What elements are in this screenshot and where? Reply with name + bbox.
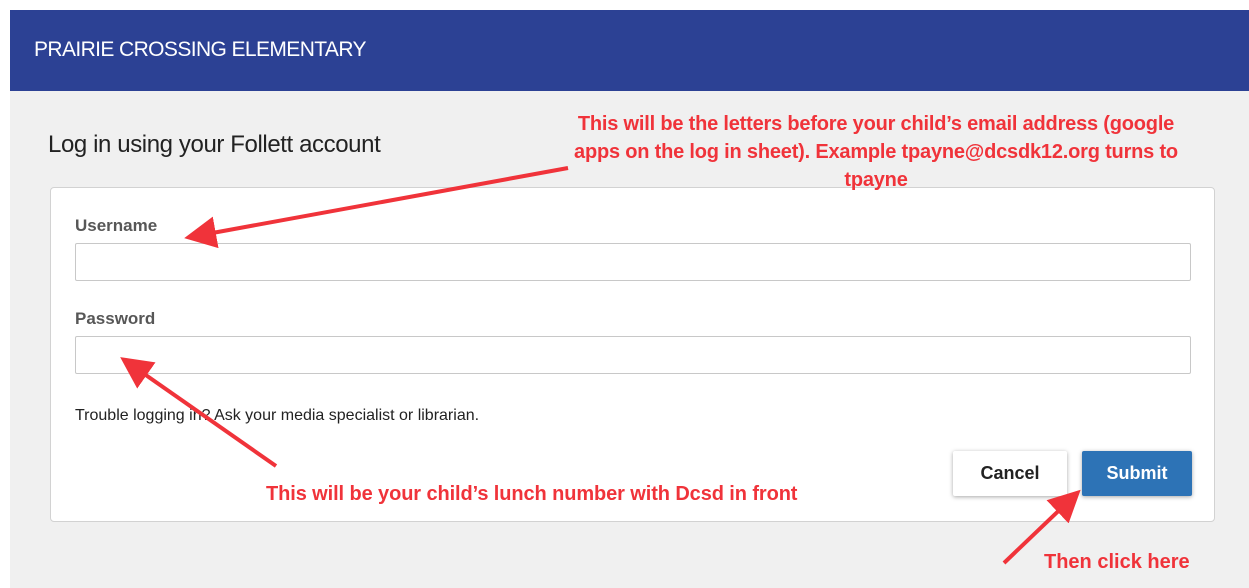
password-input[interactable] [75,336,1191,374]
username-label: Username [75,216,158,235]
header-bar: PRAIRIE CROSSING ELEMENTARY [10,10,1249,91]
cancel-button[interactable]: Cancel [953,451,1067,496]
help-text: Trouble logging in? Ask your media speci… [75,407,480,424]
username-input[interactable] [75,243,1191,281]
login-form: Username Password Trouble logging in? As… [50,187,1215,522]
school-name: PRAIRIE CROSSING ELEMENTARY [34,38,367,61]
submit-annotation: Then click here [1044,551,1190,573]
page-title: Log in using your Follett account [48,131,381,158]
submit-button[interactable]: Submit [1082,451,1192,496]
username-annotation: This will be the letters before your chi… [574,113,1178,191]
password-label: Password [75,309,156,328]
password-annotation: This will be your child’s lunch number w… [266,483,798,505]
